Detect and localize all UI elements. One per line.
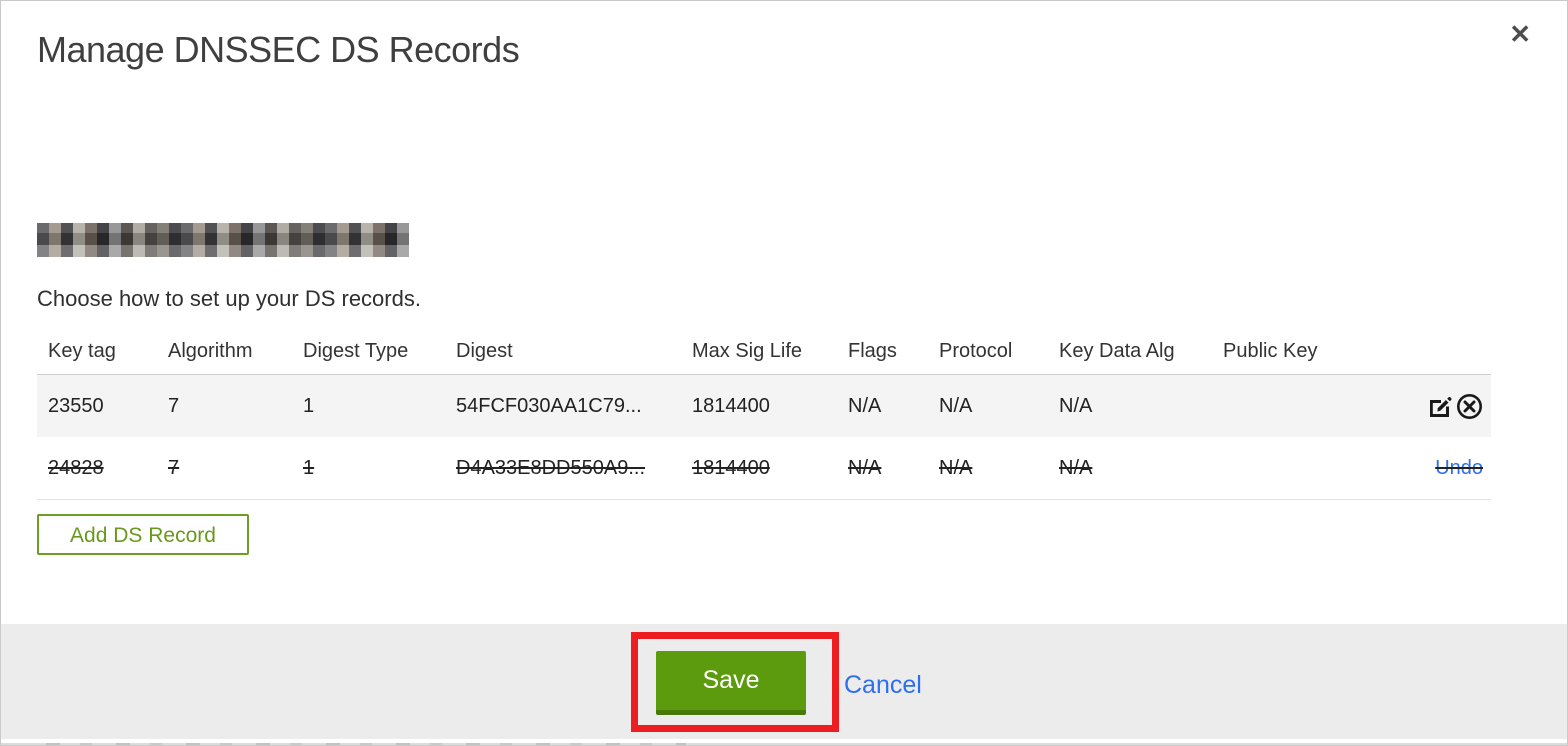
cell-algorithm: 7 [168,394,180,417]
column-header-public-key: Public Key [1223,340,1318,362]
close-icon[interactable]: ✕ [1509,21,1531,47]
cell-max-sig-life: 1814400 [692,394,770,417]
delete-record-icon[interactable] [1456,393,1483,420]
dnssec-modal: Manage DNSSEC DS Records ✕ Choose how to… [0,0,1568,746]
cell-max-sig-life: 1814400 [692,456,770,479]
row-actions: Undo [1391,457,1491,480]
save-button[interactable]: Save [656,651,806,715]
cell-key-tag: 23550 [48,394,104,417]
cell-digest-type: 1 [303,394,315,417]
cell-flags: N/A [848,456,882,479]
cell-key-tag: 24828 [48,456,104,479]
column-header-digest: Digest [456,340,513,362]
add-ds-record-button[interactable]: Add DS Record [37,514,249,555]
cell-key-data-alg: N/A [1059,394,1093,417]
column-header-max-sig-life: Max Sig Life [692,340,803,362]
column-header-key-data-alg: Key Data Alg [1059,340,1175,362]
column-header-algorithm: Algorithm [168,340,253,362]
column-header-protocol: Protocol [939,340,1013,362]
undo-delete-link[interactable]: Undo [1435,457,1483,480]
column-header-digest-type: Digest Type [303,340,409,362]
table-row: 23550 7 1 54FCF030AA1C79... 1814400 N/A … [37,375,1491,437]
cell-algorithm: 7 [168,456,180,479]
cell-flags: N/A [848,394,882,417]
cell-digest: D4A33E8DD550A9... [456,456,646,479]
page-title: Manage DNSSEC DS Records [37,29,520,70]
ds-records-table: Key tag Algorithm Digest Type Digest Max… [37,329,1491,500]
cell-digest: 54FCF030AA1C79... [456,394,642,417]
cell-digest-type: 1 [303,456,315,479]
table-row-deleted: 24828 7 1 D4A33E8DD550A9... 1814400 N/A … [37,437,1491,500]
redacted-domain-name [37,223,409,257]
cell-key-data-alg: N/A [1059,456,1093,479]
column-header-key-tag: Key tag [48,340,116,362]
column-header-flags: Flags [848,340,897,362]
cell-protocol: N/A [939,394,973,417]
edit-record-icon[interactable] [1426,393,1453,420]
setup-instructions: Choose how to set up your DS records. [37,286,421,311]
table-header-row: Key tag Algorithm Digest Type Digest Max… [37,329,1491,375]
row-actions [1391,393,1491,420]
cancel-link[interactable]: Cancel [844,671,922,700]
cell-protocol: N/A [939,456,973,479]
